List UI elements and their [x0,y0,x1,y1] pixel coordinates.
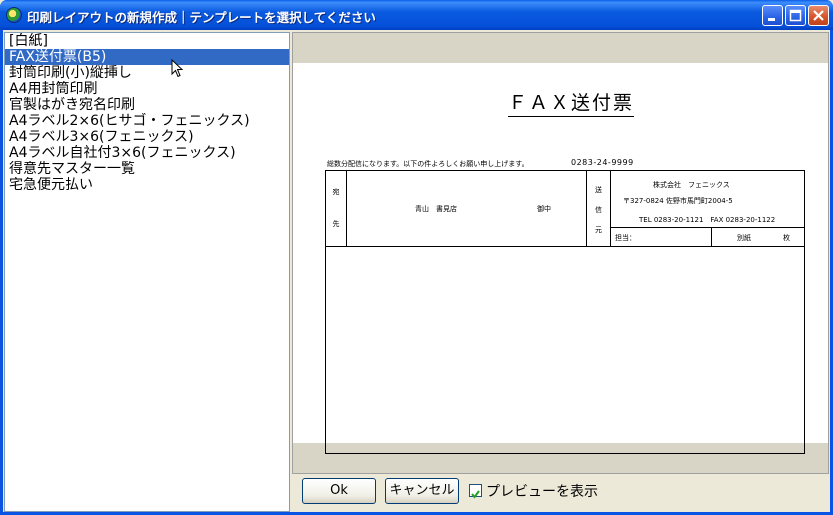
preview-checkbox[interactable] [469,484,482,499]
app-globe-icon [6,7,22,23]
fax-header-row: 宛 先 青山 書見店 御中 送 信 元 株式会社 フェニックス 〒327-082… [326,171,804,247]
cancel-button[interactable]: キャンセル [385,478,459,504]
from-label-cell: 送 信 元 [587,171,611,247]
list-item[interactable]: 得意先マスター一覧 [5,161,289,177]
list-item[interactable]: A4ラベル3×6(フェニックス) [5,129,289,145]
preview-checkbox-label[interactable]: プレビューを表示 [486,481,598,501]
mouse-cursor-icon [171,59,184,78]
to-label-2: 先 [332,220,340,228]
list-item[interactable]: 封筒印刷(小)縦挿し [5,65,289,81]
list-item[interactable]: A4ラベル2×6(ヒサゴ・フェニックス) [5,113,289,129]
dialog-client-area: [白紙] FAX送付票(B5) 封筒印刷(小)縦挿し A4用封筒印刷 官製はがき… [3,30,830,512]
checkmark-icon [471,490,480,499]
from-divider [611,227,804,228]
from-label-2: 信 [595,206,602,214]
from-split-line [711,227,712,247]
dialog-window: 印刷レイアウトの新規作成｜テンプレートを選択してください [白紙] FAX送付票… [0,0,833,515]
to-label-cell: 宛 先 [326,171,347,247]
from-body-cell: 株式会社 フェニックス 〒327-0824 佐野市馬門町2004-5 TEL 0… [611,171,804,247]
sender-tel-fax: TEL 0283-20-1121 FAX 0283-20-1122 [639,216,776,224]
close-button[interactable] [808,5,829,26]
preview-page: ＦＡＸ送付票 総数分配信になります。以下の件よろしくお願い申し上げます。 028… [293,63,828,454]
staff-label: 担当： [615,234,636,242]
from-label-1: 送 [595,186,602,194]
minimize-icon [768,18,775,21]
list-item[interactable]: FAX送付票(B5) [5,49,289,65]
list-item[interactable]: [白紙] [5,33,289,49]
template-list[interactable]: [白紙] FAX送付票(B5) 封筒印刷(小)縦挿し A4用封筒印刷 官製はがき… [4,32,290,512]
pages-unit: 枚 [783,234,790,242]
list-item[interactable]: 宅急便元払い [5,177,289,193]
window-title: 印刷レイアウトの新規作成｜テンプレートを選択してください [27,10,376,25]
pages-label: 別紙 [737,234,751,242]
minimize-button[interactable] [762,5,783,26]
ok-button[interactable]: Ok [302,478,376,504]
close-icon [813,10,824,21]
fax-phone: 0283-24-9999 [571,158,634,167]
list-item[interactable]: A4用封筒印刷 [5,81,289,97]
sender-address: 〒327-0824 佐野市馬門町2004-5 [623,197,733,205]
fax-title: ＦＡＸ送付票 [508,88,635,117]
title-bar[interactable]: 印刷レイアウトの新規作成｜テンプレートを選択してください [0,0,833,30]
list-item[interactable]: 官製はがき宛名印刷 [5,97,289,113]
maximize-button[interactable] [785,5,806,26]
from-label-3: 元 [595,226,602,234]
recipient-name: 青山 書見店 [415,205,457,213]
preview-pane: ＦＡＸ送付票 総数分配信になります。以下の件よろしくお願い申し上げます。 028… [292,32,829,474]
fax-form-box: 宛 先 青山 書見店 御中 送 信 元 株式会社 フェニックス 〒327-082… [325,170,805,454]
list-item[interactable]: A4ラベル自社付3×6(フェニックス) [5,145,289,161]
maximize-icon [789,9,802,22]
bottom-controls: Ok キャンセル プレビューを表示 [292,474,829,512]
sender-company: 株式会社 フェニックス [653,181,730,189]
fax-note: 総数分配信になります。以下の件よろしくお願い申し上げます。 [327,160,529,168]
to-body-cell: 青山 書見店 御中 [347,171,587,247]
recipient-suffix: 御中 [537,205,551,213]
to-label-1: 宛 [332,188,340,196]
